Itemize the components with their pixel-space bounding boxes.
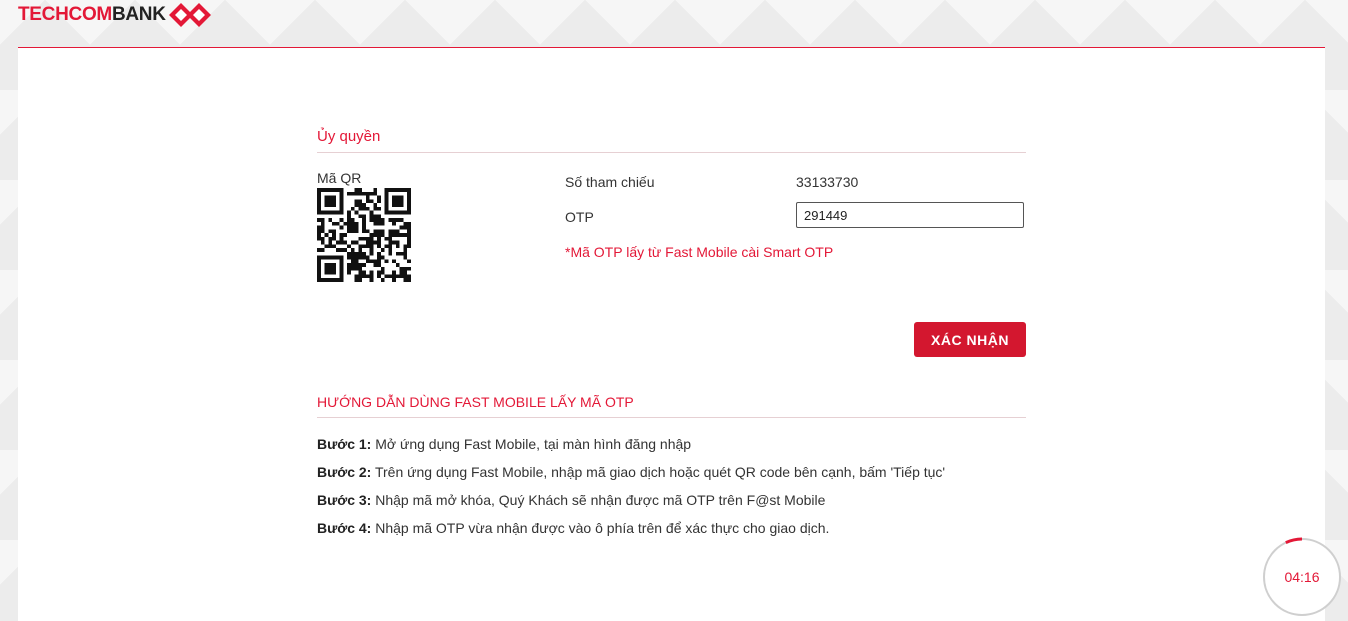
otp-input[interactable] [796, 202, 1024, 228]
step-label: Bước 3: [317, 492, 372, 508]
guide-step-2: Bước 2: Trên ứng dụng Fast Mobile, nhập … [317, 464, 945, 480]
guide-divider [317, 417, 1026, 418]
countdown-timer-text: 04:16 [1284, 569, 1320, 585]
logo-text: TECHCOMBANK [18, 4, 166, 26]
step-label: Bước 2: [317, 464, 372, 480]
step-text: Nhập mã OTP vừa nhận được vào ô phía trê… [375, 520, 830, 536]
guide-title: HƯỚNG DẪN DÙNG FAST MOBILE LẤY MÃ OTP [317, 394, 634, 410]
guide-step-4: Bước 4: Nhập mã OTP vừa nhận được vào ô … [317, 520, 829, 536]
step-text: Mở ứng dụng Fast Mobile, tại màn hình đă… [375, 436, 692, 452]
step-text: Trên ứng dụng Fast Mobile, nhập mã giao … [374, 464, 946, 480]
qr-code-icon [317, 188, 411, 282]
authorize-title: Ủy quyền [317, 128, 381, 145]
step-label: Bước 4: [317, 520, 372, 536]
otp-label: OTP [565, 209, 594, 225]
main-panel: Ủy quyền Mã QR Số tham chiếu 33133730 OT… [18, 48, 1325, 621]
qr-label: Mã QR [317, 170, 362, 186]
logo-text-part1: TECHCOM [18, 4, 112, 25]
header: TECHCOMBANK [0, 0, 1348, 48]
logo-text-part2: BANK [111, 4, 166, 25]
ref-value: 33133730 [796, 174, 859, 190]
step-label: Bước 1: [317, 436, 372, 452]
step-text: Nhập mã mở khóa, Quý Khách sẽ nhận được … [375, 492, 826, 508]
otp-note: *Mã OTP lấy từ Fast Mobile cài Smart OTP [565, 244, 834, 260]
techcombank-diamond-icon [168, 3, 211, 27]
techcombank-logo[interactable]: TECHCOMBANK [18, 3, 217, 27]
guide-step-1: Bước 1: Mở ứng dụng Fast Mobile, tại màn… [317, 436, 691, 452]
authorize-divider [317, 152, 1026, 153]
ref-label: Số tham chiếu [565, 174, 655, 190]
guide-step-3: Bước 3: Nhập mã mở khóa, Quý Khách sẽ nh… [317, 492, 825, 508]
confirm-button[interactable]: XÁC NHẬN [914, 322, 1026, 357]
